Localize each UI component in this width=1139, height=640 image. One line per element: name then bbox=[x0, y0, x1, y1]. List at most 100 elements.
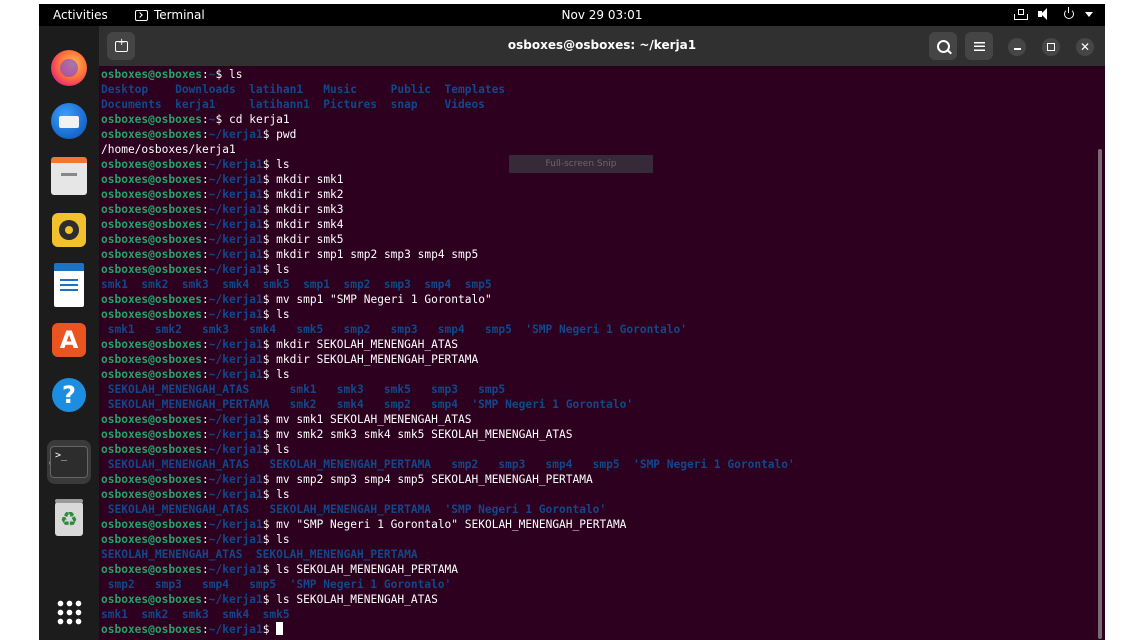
prompt-user: osboxes@osboxes bbox=[101, 158, 203, 171]
prompt-path: ~/kerja1 bbox=[208, 158, 263, 171]
clock[interactable]: Nov 29 03:01 bbox=[39, 8, 1105, 22]
command-text: mv smp1 "SMP Negeri 1 Gorontalo" bbox=[276, 293, 492, 306]
prompt-line: osboxes@osboxes:~/kerja1$ mkdir SEKOLAH_… bbox=[101, 338, 459, 351]
command-text: mkdir SEKOLAH_MENENGAH_ATAS bbox=[276, 338, 459, 351]
prompt-path: ~/kerja1 bbox=[208, 593, 263, 606]
show-apps-button[interactable] bbox=[47, 590, 91, 634]
prompt-user: osboxes@osboxes bbox=[101, 443, 203, 456]
terminal-output[interactable]: osboxes@osboxes:~$ ls Desktop Downloads l… bbox=[101, 67, 1101, 640]
power-icon bbox=[1061, 7, 1075, 21]
search-icon bbox=[936, 39, 950, 53]
snip-overlay[interactable]: Full-screen Snip bbox=[509, 155, 653, 173]
terminal-scrollbar[interactable] bbox=[1098, 149, 1102, 639]
dock-item-software[interactable]: A bbox=[47, 318, 91, 362]
prompt-path: ~/kerja1 bbox=[208, 248, 263, 261]
prompt-line: osboxes@osboxes:~/kerja1$ mv smk2 smk3 s… bbox=[101, 428, 573, 441]
system-tray[interactable] bbox=[1013, 7, 1093, 21]
output-line: smk1 smk2 smk3 smk4 smk5 bbox=[101, 607, 1101, 622]
command-text: mkdir smk5 bbox=[276, 233, 344, 246]
prompt-path: ~/kerja1 bbox=[208, 488, 263, 501]
dock-item-rhythmbox[interactable] bbox=[47, 208, 91, 252]
output-text: smk1 smk2 smk3 smk4 smk5 smp1 smp2 smp3 … bbox=[101, 278, 492, 291]
output-text: SEKOLAH_MENENGAH_ATAS SEKOLAH_MENENGAH_P… bbox=[101, 503, 607, 516]
prompt-user: osboxes@osboxes bbox=[101, 173, 203, 186]
prompt-path: ~ bbox=[208, 113, 216, 126]
output-line: SEKOLAH_MENENGAH_PERTAMA smk2 smk4 smp2 … bbox=[101, 397, 1101, 412]
prompt-path: ~/kerja1 bbox=[208, 293, 263, 306]
command-text: ls SEKOLAH_MENENGAH_ATAS bbox=[276, 593, 438, 606]
output-text: smk1 smk2 smk3 smk4 smk5 smp2 smp3 smp4 … bbox=[101, 323, 687, 336]
prompt-path: ~/kerja1 bbox=[208, 233, 263, 246]
output-line: SEKOLAH_MENENGAH_ATAS smk1 smk3 smk5 smp… bbox=[101, 382, 1101, 397]
prompt-user: osboxes@osboxes bbox=[101, 518, 203, 531]
dock-item-help[interactable]: ? bbox=[47, 373, 91, 417]
prompt-path: ~/kerja1 bbox=[208, 443, 263, 456]
terminal-icon bbox=[50, 446, 88, 478]
prompt-user: osboxes@osboxes bbox=[101, 203, 203, 216]
prompt-user: osboxes@osboxes bbox=[101, 293, 203, 306]
maximize-icon bbox=[1047, 43, 1055, 51]
prompt-line: osboxes@osboxes:~$ cd kerja1 bbox=[101, 113, 290, 126]
prompt-path: ~/kerja1 bbox=[208, 518, 263, 531]
command-text: mv smk1 SEKOLAH_MENENGAH_ATAS bbox=[276, 413, 472, 426]
command-text: cd kerja1 bbox=[229, 113, 290, 126]
prompt-user: osboxes@osboxes bbox=[101, 218, 203, 231]
dock-item-thunderbird[interactable] bbox=[47, 99, 91, 143]
minimize-icon bbox=[1013, 48, 1021, 50]
help-icon: ? bbox=[52, 378, 86, 412]
prompt-user: osboxes@osboxes bbox=[101, 593, 203, 606]
prompt-path: ~/kerja1 bbox=[208, 473, 263, 486]
prompt-line: osboxes@osboxes:~/kerja1$ ls bbox=[101, 443, 290, 456]
prompt-user: osboxes@osboxes bbox=[101, 248, 203, 261]
command-text: ls SEKOLAH_MENENGAH_PERTAMA bbox=[276, 563, 459, 576]
prompt-user: osboxes@osboxes bbox=[101, 473, 203, 486]
firefox-icon bbox=[51, 50, 87, 86]
dock-item-trash[interactable]: ♻ bbox=[47, 497, 91, 541]
output-line: Desktop Downloads latihan1 Music Public … bbox=[101, 82, 1101, 97]
prompt-user: osboxes@osboxes bbox=[101, 563, 203, 576]
dock-item-files[interactable] bbox=[47, 154, 91, 198]
libreoffice-writer-icon bbox=[54, 263, 84, 307]
prompt-path: ~/kerja1 bbox=[208, 218, 263, 231]
prompt-line: osboxes@osboxes:~/kerja1$ mkdir smk5 bbox=[101, 233, 344, 246]
network-icon bbox=[1013, 7, 1028, 21]
output-text: /home/osboxes/kerja1 bbox=[101, 143, 236, 156]
maximize-button[interactable] bbox=[1042, 38, 1060, 56]
command-text: mv smp2 smp3 smp4 smp5 SEKOLAH_MENENGAH_… bbox=[276, 473, 593, 486]
app-grid-icon bbox=[56, 599, 82, 625]
prompt-path: ~/kerja1 bbox=[208, 308, 263, 321]
prompt-user: osboxes@osboxes bbox=[101, 428, 203, 441]
output-line: SEKOLAH_MENENGAH_ATAS SEKOLAH_MENENGAH_P… bbox=[101, 457, 1101, 472]
menu-button[interactable] bbox=[965, 32, 993, 60]
trash-icon: ♻ bbox=[55, 499, 83, 536]
prompt-line: osboxes@osboxes:~$ ls bbox=[101, 68, 243, 81]
prompt-line: osboxes@osboxes:~/kerja1$ mv smp1 "SMP N… bbox=[101, 293, 492, 306]
command-text: ls bbox=[229, 68, 243, 81]
prompt-line: osboxes@osboxes:~/kerja1$ ls bbox=[101, 488, 290, 501]
dock-item-firefox[interactable] bbox=[47, 46, 91, 90]
prompt-path: ~ bbox=[208, 68, 216, 81]
prompt-line: osboxes@osboxes:~/kerja1$ mkdir smk4 bbox=[101, 218, 344, 231]
command-text: pwd bbox=[276, 128, 297, 141]
prompt-line: osboxes@osboxes:~/kerja1$ mv smp2 smp3 s… bbox=[101, 473, 593, 486]
top-bar: Activities Terminal Nov 29 03:01 bbox=[39, 4, 1105, 26]
prompt-line: osboxes@osboxes:~/kerja1$ bbox=[101, 622, 1101, 637]
command-text: mkdir smk2 bbox=[276, 188, 344, 201]
minimize-button[interactable] bbox=[1008, 38, 1026, 56]
prompt-path: ~/kerja1 bbox=[208, 188, 263, 201]
prompt-line: osboxes@osboxes:~/kerja1$ ls SEKOLAH_MEN… bbox=[101, 593, 438, 606]
prompt-line: osboxes@osboxes:~/kerja1$ ls bbox=[101, 533, 290, 546]
close-button[interactable]: ✕ bbox=[1076, 38, 1094, 56]
search-button[interactable] bbox=[929, 32, 957, 60]
prompt-line: osboxes@osboxes:~/kerja1$ mkdir smk1 bbox=[101, 173, 344, 186]
ubuntu-software-icon: A bbox=[52, 323, 86, 357]
dock-item-writer[interactable] bbox=[47, 263, 91, 307]
prompt-path: ~/kerja1 bbox=[208, 263, 263, 276]
output-line: SEKOLAH_MENENGAH_ATAS SEKOLAH_MENENGAH_P… bbox=[101, 547, 1101, 562]
prompt-user: osboxes@osboxes bbox=[101, 533, 203, 546]
command-text: ls bbox=[276, 533, 290, 546]
prompt-path: ~/kerja1 bbox=[208, 428, 263, 441]
dock-item-terminal[interactable] bbox=[47, 440, 91, 484]
files-icon bbox=[51, 157, 87, 195]
prompt-line: osboxes@osboxes:~/kerja1$ mkdir SEKOLAH_… bbox=[101, 353, 479, 366]
